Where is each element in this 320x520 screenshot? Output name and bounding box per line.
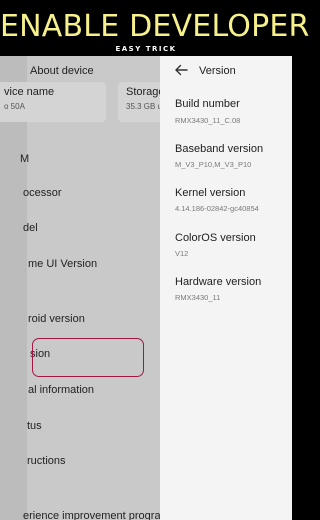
kernel-version-label: Kernel version bbox=[175, 187, 246, 199]
coloros-version-value: V12 bbox=[175, 249, 189, 258]
build-number-label: Build number bbox=[175, 98, 240, 110]
banner-title: ENABLE DEVELOPER bbox=[0, 9, 310, 44]
kernel-version-value: 4.14.186-02842-gc40854 bbox=[175, 204, 259, 213]
build-number-value: RMX3430_11_C.08 bbox=[175, 116, 241, 125]
about-device-title: About device bbox=[30, 65, 94, 77]
list-item-model[interactable]: del bbox=[23, 222, 38, 234]
hardware-version-value: RMX3430_11 bbox=[175, 293, 221, 302]
list-item-instructions[interactable]: ructions bbox=[27, 455, 66, 467]
list-item-ui-version[interactable]: me UI Version bbox=[28, 258, 97, 270]
baseband-version-label: Baseband version bbox=[175, 143, 264, 155]
list-item-experience-program[interactable]: erience improvement progra bbox=[23, 510, 160, 520]
device-name-card[interactable]: vice name o 50A bbox=[0, 82, 106, 122]
storage-label: Storage bbox=[126, 86, 160, 98]
storage-value: 35.3 GB u bbox=[126, 102, 160, 111]
banner: ENABLE DEVELOPER EASY TRICK bbox=[0, 0, 310, 56]
device-name-label: vice name bbox=[4, 86, 55, 98]
hardware-version-label: Hardware version bbox=[175, 276, 262, 288]
version-highlight-box bbox=[32, 338, 144, 377]
device-name-value: o 50A bbox=[4, 102, 25, 111]
about-device-panel: About device vice name o 50A Storage 35.… bbox=[0, 56, 160, 520]
coloros-version-label: ColorOS version bbox=[175, 232, 256, 244]
version-panel: Version Build number RMX3430_11_C.08 Bas… bbox=[160, 56, 292, 520]
banner-subtitle: EASY TRICK bbox=[115, 45, 177, 53]
version-title: Version bbox=[199, 65, 236, 77]
baseband-version-value: M_V3_P10,M_V3_P10 bbox=[175, 160, 252, 169]
list-item-processor[interactable]: ocessor bbox=[23, 187, 62, 199]
panel-edge bbox=[0, 56, 27, 520]
list-item-legal-information[interactable]: al information bbox=[28, 384, 94, 396]
back-arrow-icon[interactable] bbox=[174, 64, 188, 76]
list-item-android-version[interactable]: roid version bbox=[28, 313, 85, 325]
storage-card[interactable]: Storage 35.3 GB u bbox=[118, 82, 160, 122]
list-item-ram[interactable]: M bbox=[20, 153, 29, 165]
list-item-status[interactable]: tus bbox=[27, 420, 42, 432]
